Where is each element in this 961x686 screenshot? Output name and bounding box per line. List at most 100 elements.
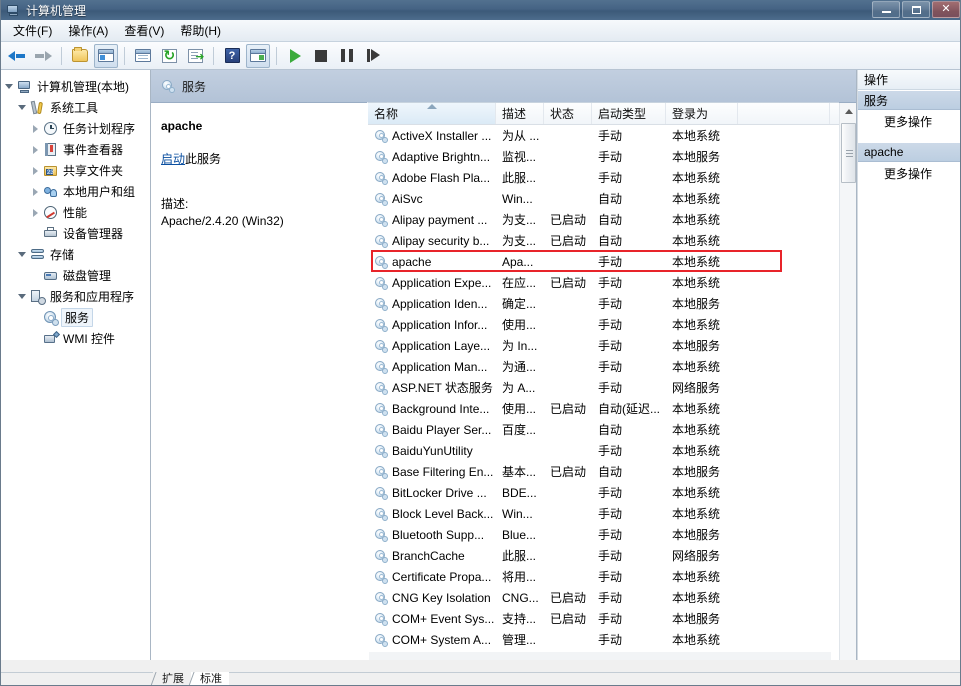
service-logon-as-text: 本地系统 [672, 507, 721, 521]
service-gear-icon [374, 507, 388, 521]
table-row[interactable]: Bluetooth Supp... Blue... 手动 本地服务 [368, 524, 839, 545]
service-description: CNG... [496, 591, 544, 605]
table-row[interactable]: ActiveX Installer ... 为从 ... 手动 本地系统 [368, 125, 839, 146]
chevron-down-icon[interactable] [4, 81, 16, 93]
table-row[interactable]: BaiduYunUtility 手动 本地系统 [368, 440, 839, 461]
tree-computer-management-local[interactable]: 计算机管理(本地) [1, 76, 150, 97]
tree-disk-management[interactable]: 磁盘管理 [1, 265, 150, 286]
table-row[interactable]: Application Iden... 确定... 手动 本地服务 [368, 293, 839, 314]
start-service-link[interactable]: 启动 [161, 152, 185, 166]
table-row[interactable]: Adobe Flash Pla... 此服... 手动 本地系统 [368, 167, 839, 188]
restart-service-icon[interactable] [361, 44, 385, 68]
menu-view[interactable]: 查看(V) [116, 19, 172, 42]
service-startup-type-text: 手动 [598, 486, 623, 500]
tree-wmi-control[interactable]: WMI 控件 [1, 328, 150, 349]
chevron-down-icon[interactable] [17, 291, 29, 303]
tree-storage[interactable]: 存储 [1, 244, 150, 265]
table-row[interactable]: BranchCache 此服... 手动 网络服务 [368, 545, 839, 566]
export-list-icon[interactable] [183, 44, 207, 68]
service-gear-icon [374, 528, 388, 542]
service-logon-as-text: 本地系统 [672, 234, 721, 248]
minimize-button[interactable] [872, 1, 900, 18]
service-logon-as-text: 本地服务 [672, 150, 721, 164]
chevron-right-icon[interactable] [30, 165, 42, 177]
service-startup-type: 自动(延迟... [592, 400, 666, 417]
tree-task-scheduler[interactable]: 任务计划程序 [1, 118, 150, 139]
tree-local-users-groups[interactable]: 本地用户和组 [1, 181, 150, 202]
column-startup-type[interactable]: 启动类型 [592, 103, 666, 124]
help-icon[interactable]: ? [220, 44, 244, 68]
scrollbar-thumb[interactable] [841, 123, 856, 183]
table-row[interactable]: apache Apa... 手动 本地系统 [368, 251, 839, 272]
column-name[interactable]: 名称 [368, 103, 496, 124]
table-row[interactable]: Application Infor... 使用... 手动 本地系统 [368, 314, 839, 335]
properties-icon[interactable] [131, 44, 155, 68]
action-more-actions-services[interactable]: 更多操作 [858, 110, 960, 132]
tree-services[interactable]: 服务 [1, 307, 150, 328]
table-row[interactable]: Base Filtering En... 基本... 已启动 自动 本地服务 [368, 461, 839, 482]
service-logon-as: 本地服务 [666, 526, 738, 543]
tab-extended[interactable]: 扩展 [153, 672, 191, 685]
table-row[interactable]: COM+ System A... 管理... 手动 本地系统 [368, 629, 839, 650]
menu-action[interactable]: 操作(A) [60, 19, 116, 42]
service-startup-type-text: 手动 [598, 570, 623, 584]
chevron-down-icon[interactable] [17, 102, 29, 114]
device-icon [43, 226, 59, 242]
table-row[interactable]: Adaptive Brightn... 监视... 手动 本地服务 [368, 146, 839, 167]
scroll-up-button[interactable] [840, 103, 856, 120]
table-row[interactable]: ASP.NET 状态服务为 A... 手动 网络服务 [368, 377, 839, 398]
tree-node-label: 计算机管理(本地) [37, 80, 129, 94]
table-row[interactable]: BitLocker Drive ... BDE... 手动 本地系统 [368, 482, 839, 503]
gear-icon [161, 79, 175, 93]
stop-service-icon[interactable] [309, 44, 333, 68]
table-row[interactable]: Application Man... 为通... 手动 本地系统 [368, 356, 839, 377]
service-logon-as: 本地系统 [666, 568, 738, 585]
up-folder-icon[interactable] [68, 44, 92, 68]
show-hide-tree-icon[interactable] [94, 43, 118, 68]
service-name: Adobe Flash Pla... [368, 171, 496, 185]
column-log-on-as[interactable]: 登录为 [666, 103, 738, 124]
table-row[interactable]: AiSvc Win... 自动 本地系统 [368, 188, 839, 209]
chevron-right-icon[interactable] [30, 186, 42, 198]
list-horizontal-scrollbar[interactable] [369, 652, 831, 660]
tree-event-viewer[interactable]: 事件查看器 [1, 139, 150, 160]
menu-file[interactable]: 文件(F) [5, 19, 60, 42]
back-arrow-icon[interactable] [5, 44, 29, 68]
table-row[interactable]: Baidu Player Ser... 百度... 自动 本地系统 [368, 419, 839, 440]
table-row[interactable]: Certificate Propa... 将用... 手动 本地系统 [368, 566, 839, 587]
chevron-right-icon[interactable] [30, 144, 42, 156]
service-gear-icon [374, 570, 388, 584]
chevron-down-icon[interactable] [17, 249, 29, 261]
table-row[interactable]: CNG Key Isolation CNG... 已启动 手动 本地系统 [368, 587, 839, 608]
tree-shared-folders[interactable]: 23 共享文件夹 [1, 160, 150, 181]
table-row[interactable]: Alipay payment ... 为支... 已启动 自动 本地系统 [368, 209, 839, 230]
column-description[interactable]: 描述 [496, 103, 544, 124]
tree-system-tools[interactable]: 系统工具 [1, 97, 150, 118]
column-status[interactable]: 状态 [544, 103, 592, 124]
refresh-icon[interactable] [157, 44, 181, 68]
start-service-icon[interactable] [283, 44, 307, 68]
table-row[interactable]: COM+ Event Sys... 支持... 已启动 手动 本地服务 [368, 608, 839, 629]
menu-help[interactable]: 帮助(H) [172, 19, 229, 42]
table-row[interactable]: Application Expe... 在应... 已启动 手动 本地系统 [368, 272, 839, 293]
tree-performance[interactable]: 性能 [1, 202, 150, 223]
tree-services-applications[interactable]: 服务和应用程序 [1, 286, 150, 307]
chevron-right-icon[interactable] [30, 123, 42, 135]
show-action-pane-icon[interactable] [246, 43, 270, 68]
maximize-button[interactable] [902, 1, 930, 18]
close-button[interactable]: ✕ [932, 1, 960, 18]
tab-standard[interactable]: 标准 [191, 672, 229, 685]
list-vertical-scrollbar[interactable] [839, 103, 856, 672]
table-row[interactable]: Background Inte... 使用... 已启动 自动(延迟... 本地系统 [368, 398, 839, 419]
action-more-actions-apache[interactable]: 更多操作 [858, 162, 960, 184]
table-row[interactable]: Block Level Back... Win... 手动 本地系统 [368, 503, 839, 524]
column-filler[interactable] [738, 103, 830, 124]
table-row[interactable]: Alipay security b... 为支... 已启动 自动 本地系统 [368, 230, 839, 251]
pause-service-icon[interactable] [335, 44, 359, 68]
forward-arrow-icon[interactable] [31, 44, 55, 68]
table-row[interactable]: Application Laye... 为 In... 手动 本地服务 [368, 335, 839, 356]
tree-device-manager[interactable]: 设备管理器 [1, 223, 150, 244]
toolbar-separator [276, 46, 277, 65]
chevron-right-icon[interactable] [30, 207, 42, 219]
service-status: 已启动 [544, 463, 592, 480]
